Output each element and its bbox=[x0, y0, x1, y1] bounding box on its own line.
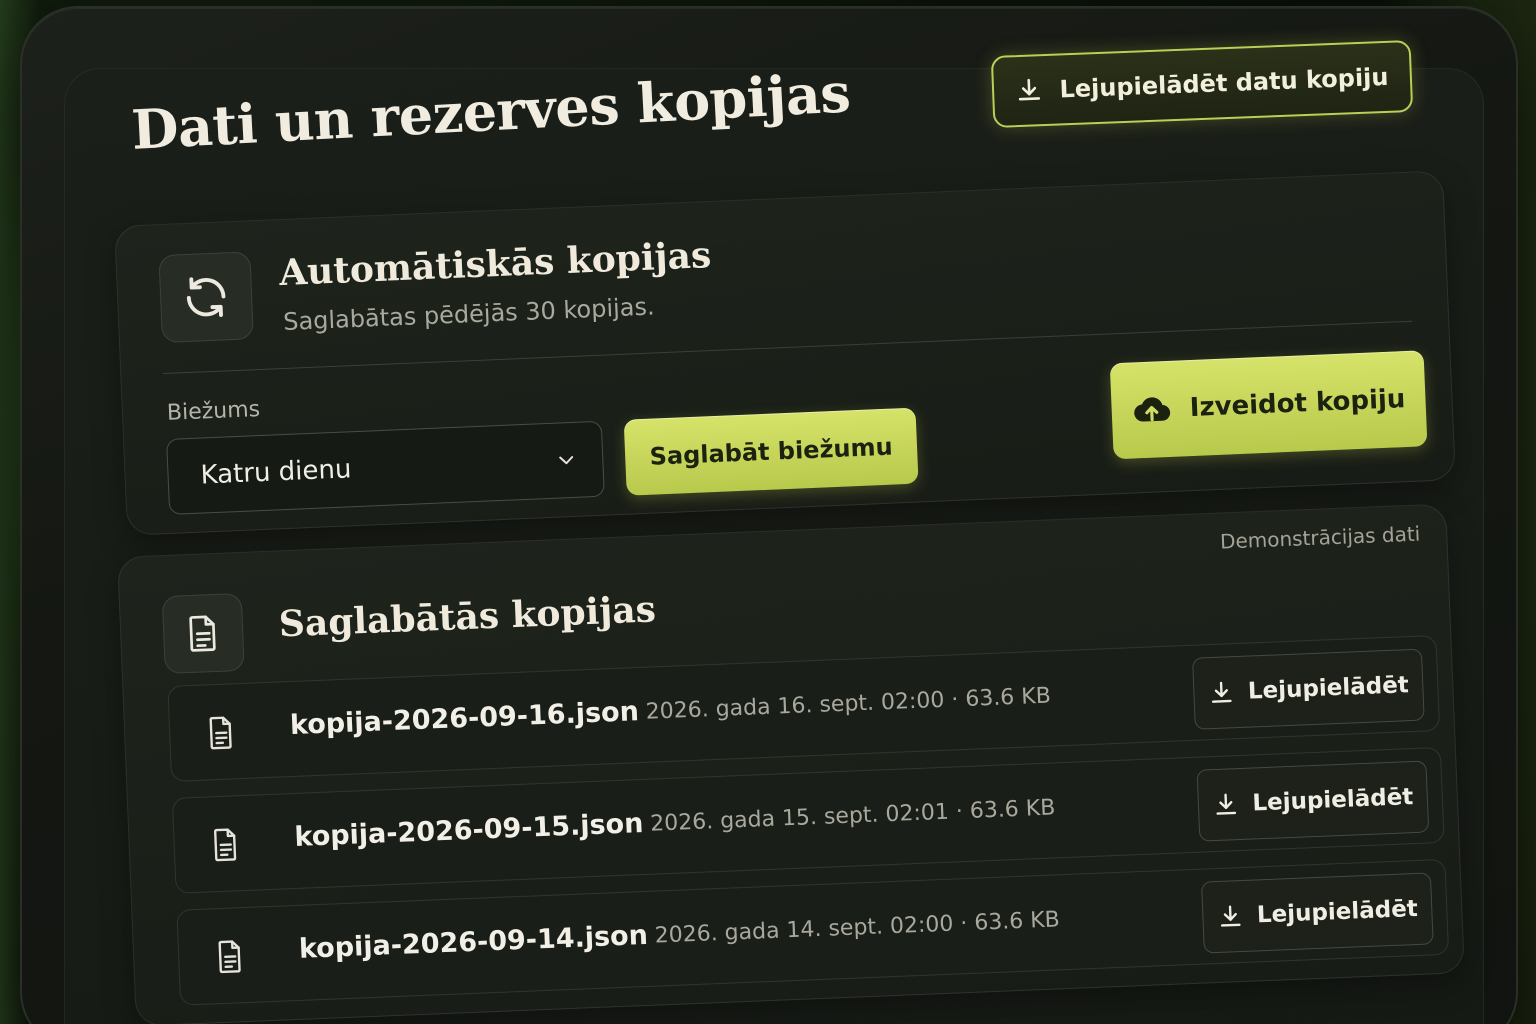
backup-file-name: kopija-2026-09-16.json bbox=[289, 696, 640, 742]
meta-separator: · bbox=[950, 687, 959, 713]
backup-meta: 2026. gada 14. sept. 02:00 · 63.6 KB bbox=[654, 907, 1060, 948]
download-backup-button[interactable]: Lejupielādēt bbox=[1201, 872, 1434, 954]
device-frame: Dati un rezerves kopijas Lejupielādēt da… bbox=[22, 8, 1516, 1024]
backup-time: 02:00 bbox=[880, 687, 945, 716]
document-icon bbox=[161, 592, 245, 675]
sync-icon bbox=[158, 251, 254, 344]
create-backup-label: Izveidot kopiju bbox=[1189, 384, 1406, 424]
file-icon bbox=[210, 826, 241, 863]
backup-time: 02:00 bbox=[889, 911, 954, 940]
download-icon bbox=[1216, 903, 1243, 930]
backup-size: 63.6 KB bbox=[969, 795, 1056, 824]
create-backup-button[interactable]: Izveidot kopiju bbox=[1109, 350, 1428, 460]
download-icon bbox=[1207, 679, 1234, 706]
download-data-copy-label: Lejupielādēt datu kopiju bbox=[1059, 62, 1389, 104]
download-backup-label: Lejupielādēt bbox=[1247, 672, 1410, 705]
backup-time: 02:01 bbox=[884, 799, 950, 828]
auto-backups-subtitle: Saglabātas pēdējās 30 kopijas. bbox=[282, 292, 656, 336]
frequency-select[interactable]: Katru dienu bbox=[166, 420, 605, 515]
backup-meta: 2026. gada 16. sept. 02:00 · 63.6 KB bbox=[645, 684, 1051, 725]
auto-backups-title: Automātiskās kopijas bbox=[278, 234, 712, 295]
download-backup-label: Lejupielādēt bbox=[1251, 784, 1414, 817]
demo-data-label: Demonstrācijas dati bbox=[1219, 521, 1421, 554]
backup-size: 63.6 KB bbox=[973, 907, 1061, 936]
saved-backups-title: Saglabātās kopijas bbox=[278, 588, 657, 646]
saved-backups-card: Demonstrācijas dati Saglabātās kopijas k… bbox=[117, 503, 1465, 1024]
file-icon bbox=[206, 714, 237, 751]
backup-size: 63.6 KB bbox=[964, 683, 1052, 712]
auto-backups-card: Automātiskās kopijas Saglabātas pēdējās … bbox=[114, 170, 1456, 536]
backup-meta: 2026. gada 15. sept. 02:01 · 63.6 KB bbox=[650, 795, 1056, 836]
backup-file-name: kopija-2026-09-15.json bbox=[293, 807, 644, 853]
download-icon bbox=[1015, 76, 1044, 105]
download-backup-button[interactable]: Lejupielādēt bbox=[1196, 760, 1430, 842]
meta-separator: · bbox=[959, 911, 968, 937]
chevron-down-icon bbox=[554, 448, 579, 473]
backup-file-name: kopija-2026-09-14.json bbox=[298, 919, 649, 965]
save-frequency-button[interactable]: Saglabāt biežumu bbox=[623, 407, 919, 496]
backup-date: 2026. gada 14. sept. bbox=[654, 914, 884, 949]
save-frequency-label: Saglabāt biežumu bbox=[649, 432, 894, 471]
download-backup-label: Lejupielādēt bbox=[1256, 895, 1419, 929]
cloud-upload-icon bbox=[1131, 391, 1172, 429]
meta-separator: · bbox=[955, 799, 964, 825]
frequency-label: Biežums bbox=[166, 397, 261, 426]
backup-date: 2026. gada 16. sept. bbox=[645, 690, 875, 725]
file-icon bbox=[215, 938, 246, 975]
backup-date: 2026. gada 15. sept. bbox=[649, 802, 880, 837]
frequency-select-value: Katru dienu bbox=[199, 454, 352, 491]
download-icon bbox=[1212, 791, 1239, 818]
download-backup-button[interactable]: Lejupielādēt bbox=[1192, 648, 1425, 730]
